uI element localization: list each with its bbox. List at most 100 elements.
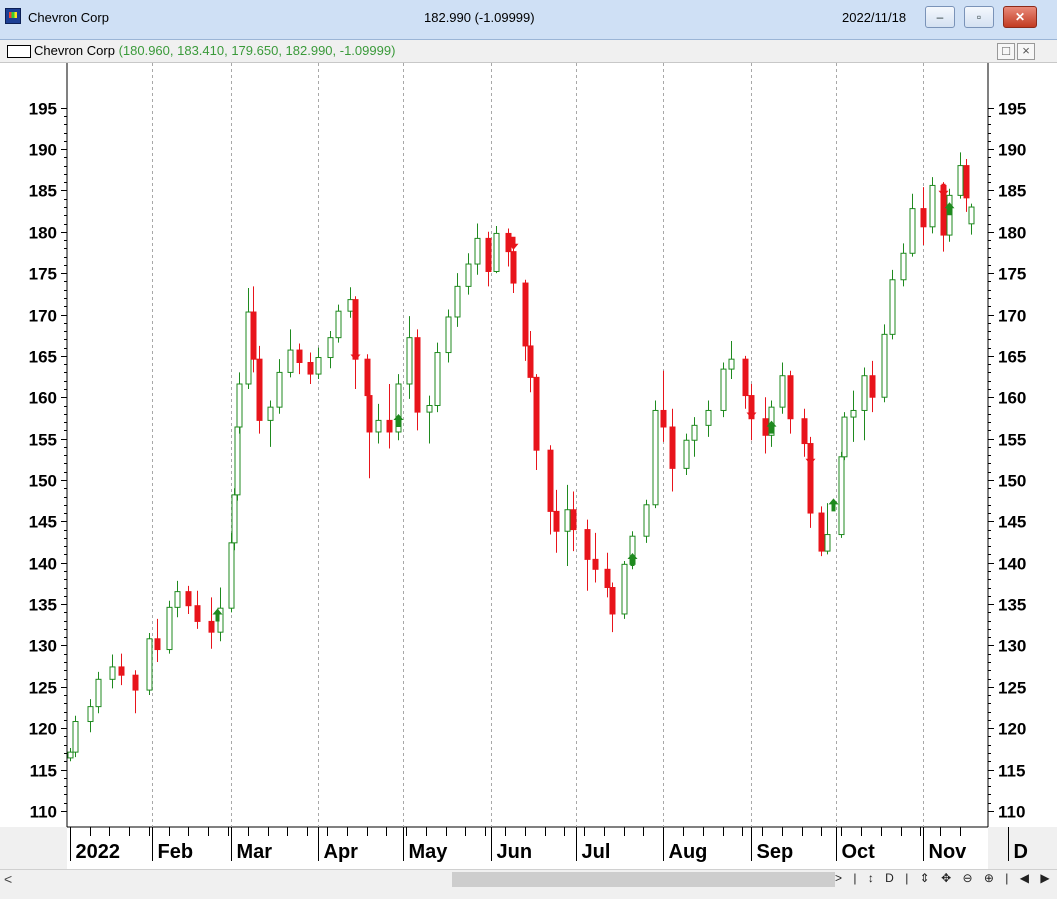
candle-body [720,368,727,411]
scroll-right-arrow[interactable]: > [832,871,846,885]
period-d-button[interactable]: D [882,871,898,885]
candle-body [505,232,512,253]
candle-body [465,263,472,287]
candle-body [547,449,554,512]
y-tick-label-right: 175 [998,265,1026,284]
y-tick-label-left: 120 [29,720,57,739]
candle-body [643,504,650,537]
toolbar-separator: | [1005,871,1010,885]
candle-body [841,416,848,458]
x-tick-label: Mar [237,841,273,863]
candle-body [67,751,74,759]
candle-body [705,409,712,426]
candle-body [245,311,252,385]
y-tick-label-right: 130 [998,637,1026,656]
close-button[interactable]: ✕ [1003,6,1037,28]
window-title: Chevron Corp [28,10,109,25]
candle-body [231,494,238,544]
candle-body [968,206,975,225]
y-tick-label-left: 190 [29,141,57,160]
y-tick-label-right: 195 [998,100,1026,119]
y-tick-label-left: 180 [29,224,57,243]
candle-body [485,237,492,272]
candle-body [185,591,192,607]
close-chart-button[interactable]: × [1017,43,1035,60]
candle-body [838,456,845,536]
candle-body [881,333,888,398]
scroll-back-icon[interactable]: ◀ [1017,871,1033,885]
candle-body [779,375,786,408]
candle-body [234,426,241,496]
y-tick-label-right: 150 [998,472,1026,491]
y-tick-label-left: 160 [29,389,57,408]
vertical-scale-icon[interactable]: ↕ [865,871,878,885]
candle-body [621,563,628,615]
candle-body [256,358,263,421]
candle-body [564,509,571,532]
maximize-button[interactable]: ▫ [964,6,994,28]
y-tick-label-right: 170 [998,307,1026,326]
y-tick-label-left: 150 [29,472,57,491]
candle-body [604,568,611,588]
candle-body [236,383,243,428]
candle-body [445,316,452,354]
minimize-button[interactable]: – [925,6,955,28]
candle-body [869,375,876,398]
current-date: 2022/11/18 [842,10,907,25]
chart-subtitle: Chevron Corp (180.960, 183.410, 179.650,… [34,43,395,58]
candle-body [267,406,274,421]
title-bar[interactable]: Chevron Corp 182.990 (-1.09999) 2022/11/… [0,0,1057,40]
scroll-forward-icon[interactable]: ▶ [1037,871,1053,885]
y-tick-label-left: 145 [29,513,57,532]
scrollbar-thumb[interactable] [452,872,835,887]
x-tick-label: May [409,841,449,863]
candle-body [315,357,322,375]
candle-body [307,361,314,375]
candle-body [118,666,125,676]
candle-body [174,591,181,608]
y-tick-label-right: 185 [998,182,1026,201]
x-tick-label: 2022 [76,841,121,863]
y-tick-label-left: 185 [29,182,57,201]
candle-body [522,282,529,347]
candle-body [652,409,659,506]
candle-body [287,349,294,373]
y-tick-label-left: 115 [30,762,57,781]
y-tick-label-left: 155 [29,431,57,450]
candle-body [327,337,334,359]
zoom-in-icon[interactable]: ⊕ [981,871,998,885]
candle-body [570,509,577,531]
y-tick-label-left: 175 [29,265,57,284]
y-tick-label-right: 125 [998,679,1026,698]
y-tick-label-left: 195 [29,100,57,119]
candle-body [929,184,936,228]
ohlc-readout: (180.960, 183.410, 179.650, 182.990, -1.… [118,43,396,58]
restore-chart-button[interactable]: □ [997,43,1015,60]
candle-body [909,208,916,254]
fit-vertical-icon[interactable]: ⇕ [917,871,934,885]
candle-body [146,638,153,691]
candle-body [592,558,599,570]
price-chart[interactable]: 195 195 190 190 185 185 180 180 175 175 170 170 165 1… [0,63,1057,869]
scroll-left-arrow[interactable]: < [4,871,12,887]
horizontal-scrollbar[interactable]: < > | ↕ D | ⇕ ✥ ⊖ ⊕ | ◀ ▶ ⊟ [0,869,1057,889]
candle-body [154,638,161,651]
candle-body [414,337,421,413]
y-tick-label-right: 135 [998,596,1026,615]
candle-body [474,237,481,265]
candle-body [228,542,235,609]
zoom-out-icon[interactable]: ⊖ [959,871,976,885]
candle-body [364,358,371,397]
chart-window-icon [7,45,31,58]
toolbar-separator: | [905,871,910,885]
move-crosshair-icon[interactable]: ✥ [938,871,955,885]
candle-body [533,376,540,451]
candlestick-chart[interactable]: 195 195 190 190 185 185 180 180 175 175 170 170 165 1… [0,63,1057,869]
candle-body [434,352,441,406]
y-tick-label-left: 110 [30,803,57,822]
y-tick-label-left: 135 [29,596,57,615]
candle-body [889,279,896,335]
candle-body [132,674,139,691]
candle-body [250,311,257,360]
candle-body [493,232,500,272]
